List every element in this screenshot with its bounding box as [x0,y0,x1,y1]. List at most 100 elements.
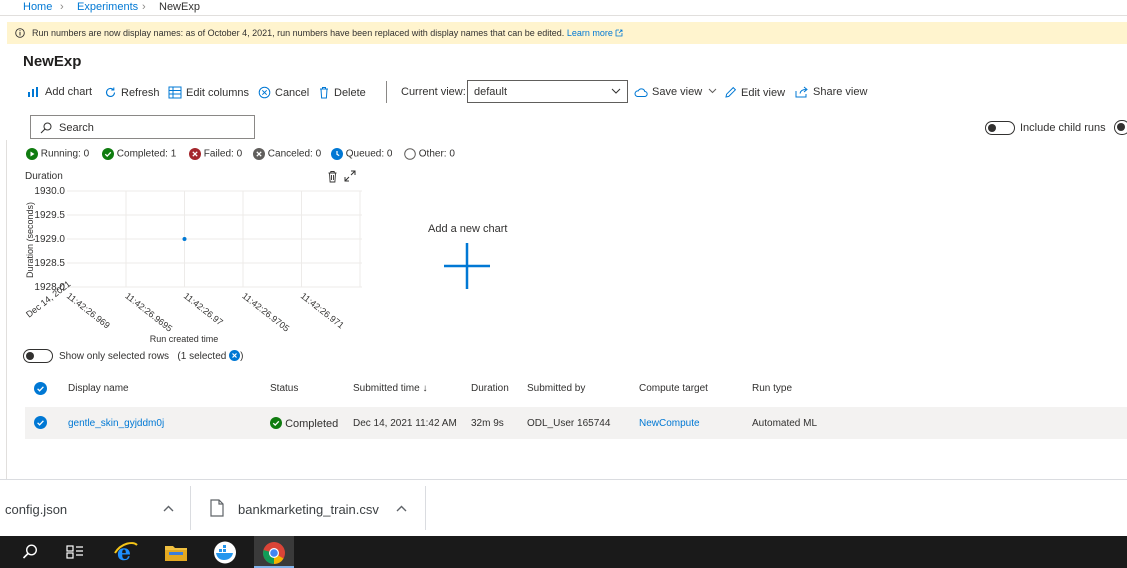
panel-border [6,140,7,479]
download-item-bankmarketing[interactable]: bankmarketing_train.csv [238,502,379,517]
row-checkbox[interactable] [34,416,47,429]
x-tick-label: 11:42:26.969 [65,291,112,331]
chevron-up-icon[interactable] [396,505,407,512]
check-circle-icon [102,148,114,160]
current-view-select[interactable]: default [467,80,628,103]
current-view-label: Current view: [401,86,466,98]
docker-icon[interactable] [212,541,238,564]
chevron-down-icon [708,88,717,94]
duration-chart: Duration 1930.0 1929.5 1929.0 1928.5 1928.0 … [22,170,362,345]
delete-button[interactable]: Delete [318,86,366,99]
page-title: NewExp [23,53,82,70]
chevron-right-icon: › [142,1,146,13]
chrome-icon [263,542,285,564]
column-submitted-time[interactable]: Submitted time ↓ [353,383,427,394]
x-axis-label: Run created time [150,334,219,344]
file-explorer-icon[interactable] [164,543,188,562]
trash-icon[interactable] [327,170,338,183]
column-status[interactable]: Status [270,383,298,394]
expand-icon[interactable] [344,170,356,182]
learn-more-link[interactable]: Learn more [567,28,613,38]
x-tick-label: 11:42:26.9705 [240,291,291,334]
show-only-selected-toggle[interactable] [23,349,53,363]
breadcrumb: Home › Experiments › NewExp [0,0,1127,16]
plus-icon[interactable] [444,243,490,289]
add-new-chart-label[interactable]: Add a new chart [428,223,508,235]
banner-text: Run numbers are now display names: as of… [32,28,565,38]
include-child-runs-toggle[interactable] [985,121,1015,135]
y-axis-label: Duration (seconds) [25,202,35,278]
status-canceled[interactable]: Canceled: 0 [253,148,321,160]
columns-icon [168,86,182,99]
download-divider [425,486,426,530]
current-view-value: default [474,86,508,98]
task-view-icon[interactable] [66,544,84,560]
chrome-taskbar-button[interactable] [254,536,294,568]
running-icon [26,148,38,160]
include-child-runs-label: Include child runs [1020,122,1106,134]
y-tick-label: 1928.5 [34,258,65,269]
breadcrumb-current: NewExp [159,1,200,13]
status-queued[interactable]: Queued: 0 [331,148,393,160]
toggle-partial[interactable] [1114,120,1127,135]
run-compute-target-link[interactable]: NewCompute [639,418,700,429]
run-duration: 32m 9s [471,418,504,429]
show-only-selected: Show only selected rows (1 selected ) [59,350,244,362]
y-tick-label: 1930.0 [34,186,65,197]
status-failed[interactable]: Failed: 0 [189,148,242,160]
column-run-type[interactable]: Run type [752,383,792,394]
bar-chart-icon [28,87,38,97]
x-tick-label: 11:42:26.971 [299,291,346,331]
y-tick-label: 1929.5 [34,210,65,221]
column-compute-target[interactable]: Compute target [639,383,708,394]
run-submitted-time: Dec 14, 2021 11:42 AM [353,418,457,429]
run-display-name-link[interactable]: gentle_skin_gyjddm0j [68,418,164,429]
clear-selection-icon[interactable] [229,350,241,361]
save-view-button[interactable]: Save view [634,86,721,98]
search-icon[interactable] [22,544,38,560]
trash-icon [320,87,328,99]
pencil-icon [725,86,737,98]
data-point[interactable] [182,237,187,241]
clock-icon [331,148,343,160]
run-type: Automated ML [752,418,818,429]
download-divider [190,486,191,530]
status-other[interactable]: Other: 0 [404,148,455,160]
breadcrumb-experiments[interactable]: Experiments [77,1,138,13]
edit-view-button[interactable]: Edit view [724,86,785,99]
info-banner: Run numbers are now display names: as of… [7,22,1127,44]
run-status: Completed [270,417,338,430]
select-all-checkbox[interactable] [34,382,47,395]
column-submitted-by[interactable]: Submitted by [527,383,585,394]
error-icon [189,148,201,160]
internet-explorer-icon[interactable]: e [114,541,138,563]
column-display-name[interactable]: Display name [68,383,129,394]
breadcrumb-home[interactable]: Home [23,1,52,13]
selected-count: (1 selected [177,351,227,362]
circle-outline-icon [404,148,416,160]
edit-columns-button[interactable]: Edit columns [168,86,249,99]
download-bar: config.json bankmarketing_train.csv [0,479,1127,536]
duration-chart-svg: Duration 1930.01929.51929.01928.51928.0 … [24,171,362,344]
refresh-button[interactable]: Refresh [104,86,160,99]
share-view-button[interactable]: Share view [795,86,867,98]
y-tick-label: 1929.0 [34,234,65,245]
info-icon [15,28,25,38]
search-icon [40,122,52,134]
cloud-save-icon [634,88,648,97]
chevron-up-icon[interactable] [163,505,174,512]
share-icon [795,86,808,98]
cancel-button[interactable]: Cancel [258,86,309,99]
add-chart-button[interactable]: Add chart [27,86,92,98]
x-tick-label: 11:42:26.97 [182,291,225,328]
chevron-right-icon: › [60,1,64,13]
external-link-icon [615,29,623,37]
download-item-config[interactable]: config.json [5,502,67,517]
column-duration[interactable]: Duration [471,383,509,394]
x-tick-label: 11:42:26.9695 [123,291,174,334]
search-placeholder: Search [59,122,94,134]
toolbar-divider [386,81,387,103]
search-input[interactable]: Search [30,115,255,139]
status-completed[interactable]: Completed: 1 [102,148,176,160]
status-running[interactable]: Running: 0 [26,148,89,160]
